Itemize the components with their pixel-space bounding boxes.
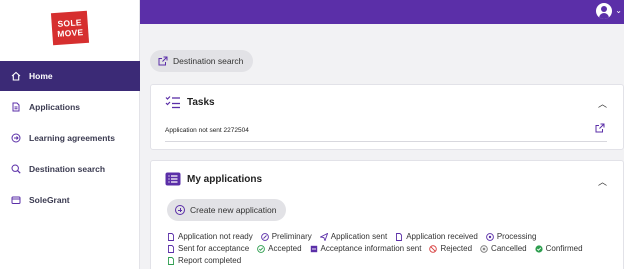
destination-search-button[interactable]: Destination search (150, 50, 254, 72)
ban-icon (429, 244, 438, 253)
status-legend: Application not ready Preliminary Applic… (167, 231, 619, 266)
logo-text-bottom: MOVE (56, 27, 84, 39)
sidebar-item-solegrant[interactable]: SoleGrant (0, 185, 140, 215)
document-icon (395, 232, 403, 241)
gear-circle-icon (485, 232, 494, 241)
document-icon (9, 100, 23, 114)
inbox-icon (310, 245, 318, 253)
check-filled-icon (535, 244, 543, 253)
legend-item: Processing (485, 231, 536, 242)
external-link-icon (158, 56, 168, 66)
sidebar: SOLE MOVE Home Applications Learning agr… (0, 0, 140, 269)
my-applications-header[interactable]: My applications (165, 172, 262, 186)
my-applications-card: My applications ︿ Create new application… (150, 160, 624, 269)
tasks-title: Tasks (187, 96, 215, 108)
legend-item: Application sent (319, 231, 387, 242)
legend-item: Acceptance information sent (310, 243, 421, 254)
legend-item: Accepted (257, 243, 302, 254)
create-new-application-button[interactable]: Create new application (167, 199, 287, 221)
plus-circle-icon (175, 205, 185, 215)
top-bar: ⌄ (140, 0, 624, 24)
tasks-header[interactable]: Tasks (165, 95, 215, 109)
sidebar-item-label: Destination search (29, 164, 106, 174)
task-item[interactable]: Application not sent 2272504 (165, 127, 249, 134)
document-icon (167, 244, 175, 253)
sidebar-item-label: Home (29, 71, 53, 81)
sidebar-item-label: Learning agreements (29, 133, 115, 143)
checklist-icon (165, 96, 180, 109)
sidebar-item-label: SoleGrant (29, 195, 70, 205)
document-icon (167, 256, 175, 265)
sidebar-item-home[interactable]: Home (0, 61, 140, 91)
legend-item: Application not ready (167, 231, 253, 242)
sidebar-item-learning-agreements[interactable]: Learning agreements (0, 123, 140, 153)
chevron-down-icon[interactable]: ⌄ (615, 6, 622, 15)
legend-item: Sent for acceptance (167, 243, 249, 254)
sole-move-logo[interactable]: SOLE MOVE (50, 10, 90, 46)
sidebar-item-applications[interactable]: Applications (0, 92, 140, 122)
search-globe-icon (9, 162, 23, 176)
legend-item: Application received (395, 231, 478, 242)
legend-item: Cancelled (480, 243, 527, 254)
my-applications-title: My applications (187, 173, 263, 185)
pencil-circle-icon (260, 232, 269, 241)
legend-item: Confirmed (535, 243, 583, 254)
paper-plane-icon (319, 232, 328, 241)
legend-item: Preliminary (260, 231, 312, 242)
sidebar-item-destination-search[interactable]: Destination search (0, 154, 140, 184)
check-circle-icon (257, 244, 266, 253)
destination-search-label: Destination search (173, 56, 244, 66)
user-avatar-icon[interactable] (596, 3, 612, 19)
legend-item: Rejected (429, 243, 472, 254)
circle-arrow-icon (9, 131, 23, 145)
collapse-chevron-icon[interactable]: ︿ (598, 97, 607, 110)
divider (165, 141, 607, 142)
document-icon (167, 232, 175, 241)
x-circle-icon (480, 244, 488, 253)
wallet-icon (9, 193, 23, 207)
sidebar-item-label: Applications (29, 102, 81, 112)
legend-item: Report completed (167, 255, 241, 266)
list-icon (165, 172, 181, 186)
tasks-card: Tasks ︿ Application not sent 2272504 (150, 84, 624, 150)
external-link-icon[interactable] (595, 123, 605, 133)
collapse-chevron-icon[interactable]: ︿ (598, 175, 607, 188)
create-button-label: Create new application (190, 205, 277, 215)
home-icon (9, 69, 23, 83)
